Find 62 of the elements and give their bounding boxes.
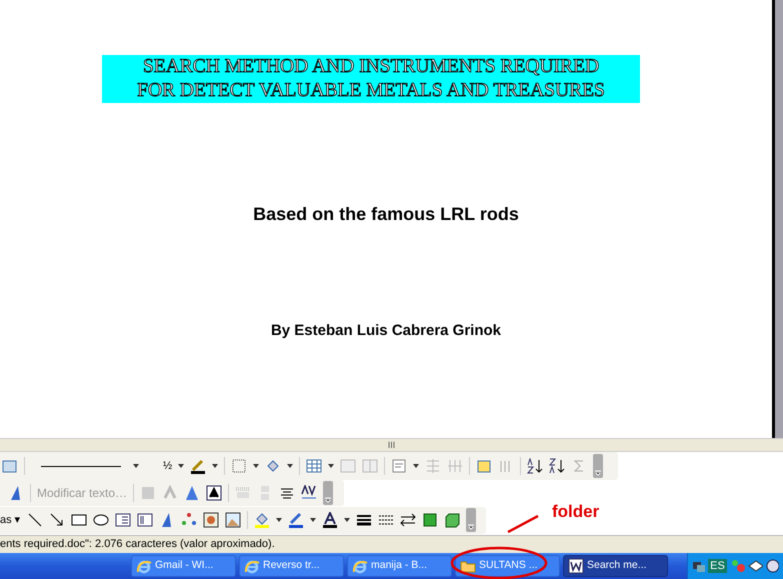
scrollbar[interactable] [775, 0, 783, 438]
taskbar-button[interactable]: Gmail - WI... [131, 555, 236, 577]
taskbar-button[interactable]: manija - B... [347, 555, 452, 577]
clip-art-icon[interactable] [202, 512, 219, 528]
dropdown-arrow-icon[interactable] [413, 464, 420, 468]
split-cells-icon[interactable] [362, 458, 378, 474]
borders-icon[interactable] [231, 458, 248, 474]
dropdown-arrow-icon[interactable] [287, 464, 294, 468]
dropdown-arrow-icon[interactable] [328, 464, 334, 468]
character-spacing-icon[interactable] [301, 485, 318, 501]
network-icon[interactable] [692, 559, 706, 573]
font-color-icon[interactable] [322, 512, 338, 528]
taskbar-button[interactable]: SULTANS ... [455, 555, 560, 577]
browser-icon [136, 558, 152, 574]
vertical-text-box-icon[interactable] [136, 512, 153, 528]
fill-color-icon[interactable] [254, 512, 270, 528]
dropdown-arrow-icon[interactable] [310, 518, 316, 522]
document-subtitle: Based on the famous LRL rods [253, 203, 519, 226]
splitter-grip: III [388, 439, 396, 451]
dropdown-arrow-icon[interactable] [253, 464, 260, 468]
word-icon [568, 558, 584, 574]
dropdown-arrow-icon[interactable] [178, 464, 184, 468]
arrow-icon[interactable] [48, 512, 65, 528]
author-line: By Esteban Luis Cabrera Grinok [270, 321, 502, 341]
annotation-line [506, 514, 540, 534]
annotation-label: folder [552, 501, 600, 524]
shadow-icon[interactable] [422, 512, 438, 528]
line-icon[interactable] [26, 512, 43, 528]
merge-cells-icon[interactable] [340, 458, 356, 474]
language-indicator[interactable]: ES [708, 559, 727, 573]
sort-descending-icon[interactable] [549, 458, 566, 474]
text-wrapping-icon[interactable] [206, 485, 222, 501]
status-text: ents required.doc": 2.076 caracteres (valor aproximado). [0, 536, 783, 553]
diagram-icon[interactable] [180, 512, 197, 528]
draw-table-icon[interactable] [2, 458, 18, 474]
wordart-shape-icon[interactable] [184, 485, 200, 501]
picture-icon[interactable] [224, 512, 241, 528]
table-autoformat-icon[interactable] [476, 458, 492, 474]
line-style-icon[interactable] [356, 512, 372, 528]
splitter-bar[interactable]: III [0, 438, 783, 452]
dropdown-arrow-icon[interactable] [344, 518, 350, 522]
sort-ascending-icon[interactable] [527, 458, 544, 474]
3d-icon[interactable] [444, 512, 460, 528]
line-color-icon[interactable] [288, 512, 304, 528]
dropdown-arrow-icon[interactable] [133, 464, 139, 468]
taskbar-button[interactable]: Reverso tr... [239, 555, 344, 577]
line-weight-dropdown[interactable]: ½ [163, 458, 172, 474]
browser-icon [352, 558, 368, 574]
border-color-icon[interactable] [190, 458, 206, 474]
insert-table-icon[interactable] [306, 458, 322, 474]
text-box-icon[interactable] [114, 512, 131, 528]
rectangle-icon[interactable] [70, 512, 87, 528]
arrow-style-icon[interactable] [400, 512, 416, 528]
browser-icon [244, 558, 260, 574]
dropdown-arrow-icon[interactable] [212, 464, 218, 468]
oval-icon[interactable] [92, 512, 109, 528]
fill-bucket-icon[interactable] [265, 458, 282, 474]
document-title: SEARCH METHOD AND INSTRUMENTS REQUIRED FOR DETECT VALUABLE METALS AND TREASURES [137, 55, 605, 103]
dropdown-arrow-icon[interactable] [276, 518, 282, 522]
taskbar-button[interactable]: Search me... [563, 555, 668, 577]
autoshapes-menu[interactable]: as ▾ [0, 512, 21, 528]
align-icon[interactable] [391, 458, 408, 474]
